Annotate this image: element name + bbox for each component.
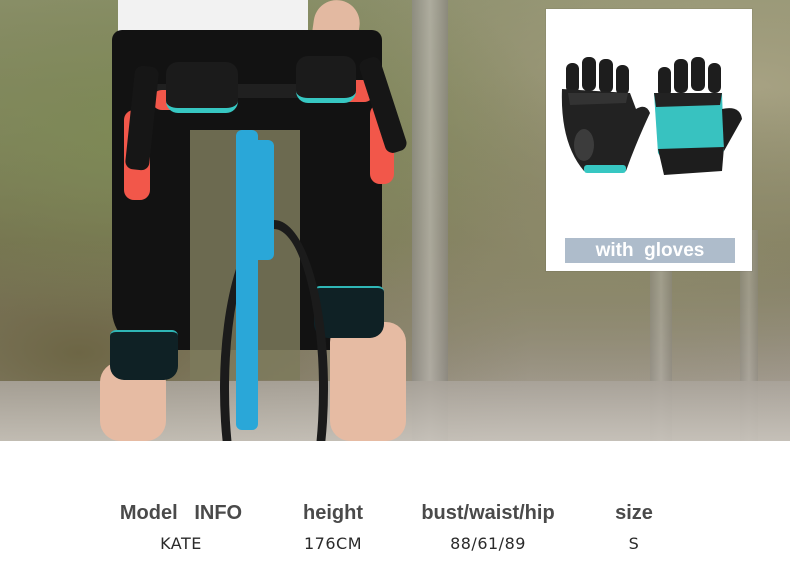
product-detail-page: with gloves Model INFO KATE height 176CM… xyxy=(0,0,790,561)
model-info-table: Model INFO KATE height 176CM bust/waist/… xyxy=(0,441,790,561)
column-header: size xyxy=(615,502,653,524)
size-column: size S xyxy=(615,502,653,553)
glove-right-icon xyxy=(654,57,742,175)
column-value: 176CM xyxy=(303,534,362,553)
left-leg-cuff xyxy=(110,330,178,380)
glove-left-hand xyxy=(166,62,238,113)
glove-right-hand xyxy=(296,56,356,103)
column-value: 88/61/89 xyxy=(450,534,526,553)
column-value: S xyxy=(628,534,640,553)
column-header: bust/waist/hip xyxy=(421,502,555,524)
head-tube xyxy=(246,140,274,260)
model-info-column: Model INFO KATE xyxy=(120,502,242,553)
measurements-column: bust/waist/hip 88/61/89 xyxy=(421,502,554,553)
column-header: height xyxy=(303,502,363,524)
rider-right-calf xyxy=(330,322,406,441)
with-gloves-caption: with gloves xyxy=(565,238,735,263)
column-value: KATE xyxy=(160,534,202,553)
column-header: Model INFO xyxy=(119,502,243,524)
gloves-inset-card: with gloves xyxy=(546,9,752,271)
background-tree xyxy=(412,0,448,441)
gloves-image xyxy=(561,57,742,175)
glove-left-icon xyxy=(561,57,650,173)
height-column: height 176CM xyxy=(303,502,363,553)
